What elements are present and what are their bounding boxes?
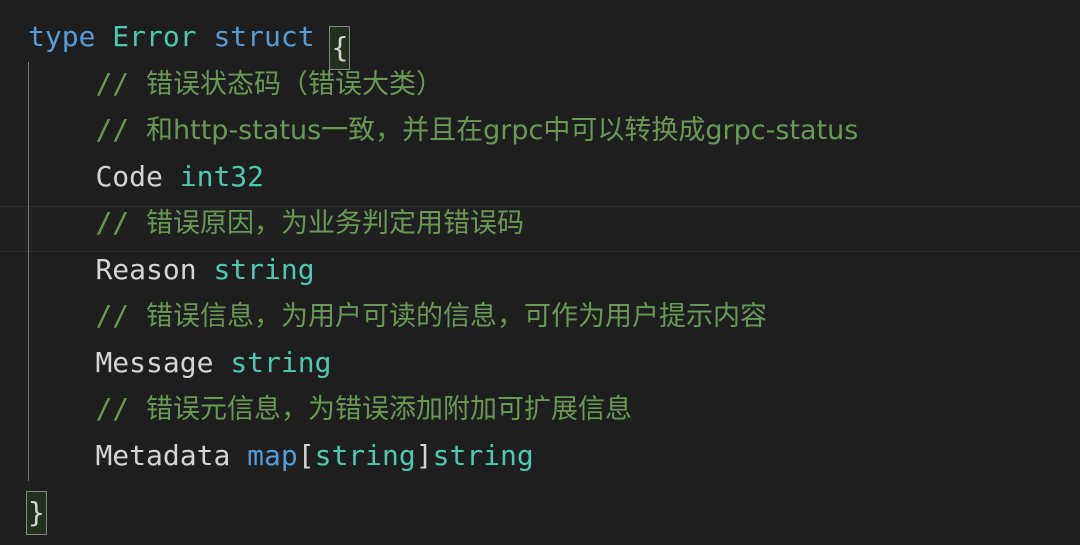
- code-token: Code: [95, 159, 163, 193]
- code-token: string: [230, 345, 332, 379]
- code-token: string: [314, 438, 416, 472]
- code-token: 错误信息，为用户可读的信息，可作为用户提示内容: [146, 301, 768, 332]
- code-token: type: [28, 20, 96, 53]
- code-token: Error: [112, 20, 197, 53]
- code-line[interactable]: }: [0, 479, 1080, 535]
- code-token: Metadata: [95, 438, 231, 472]
- code-token: ]: [415, 438, 433, 472]
- code-line[interactable]: // 和http-status一致，并且在grpc中可以转换成grpc-stat…: [0, 107, 1080, 154]
- bracket-match-token: }: [26, 491, 47, 535]
- code-line[interactable]: // 错误状态码（错误大类）: [0, 61, 1080, 108]
- code-token: 错误元信息，为错误添加附加可扩展信息: [146, 394, 633, 425]
- code-editor[interactable]: type Error struct { // 错误状态码（错误大类） // 和h…: [0, 0, 1080, 545]
- code-token: //: [95, 206, 147, 239]
- code-token: //: [95, 392, 147, 425]
- code-line[interactable]: Message string: [0, 340, 1080, 387]
- code-content[interactable]: type Error struct { // 错误状态码（错误大类） // 和h…: [0, 0, 1080, 535]
- code-line[interactable]: Metadata map[string]string: [0, 433, 1080, 480]
- code-line[interactable]: type Error struct {: [0, 14, 1080, 70]
- code-token: //: [95, 113, 147, 146]
- code-token: 错误状态码（错误大类）: [146, 68, 444, 100]
- code-token: 错误原因，为业务判定用错误码: [146, 208, 525, 239]
- code-token: [: [297, 438, 315, 472]
- code-token: Reason: [95, 252, 197, 286]
- code-token: Message: [95, 345, 214, 379]
- code-line[interactable]: // 错误原因，为业务判定用错误码: [0, 200, 1080, 247]
- code-line[interactable]: // 错误元信息，为错误添加附加可扩展信息: [0, 386, 1080, 433]
- code-token: int32: [179, 159, 265, 193]
- code-token: string: [213, 252, 315, 286]
- code-token: map: [247, 438, 298, 472]
- code-line[interactable]: Code int32: [0, 154, 1080, 201]
- code-token: string: [432, 438, 534, 472]
- code-line[interactable]: // 错误信息，为用户可读的信息，可作为用户提示内容: [0, 293, 1080, 340]
- code-token: 和http-status一致，并且在grpc中可以转换成grpc-status: [146, 115, 859, 146]
- code-token: struct: [213, 20, 315, 53]
- code-token: //: [95, 66, 147, 100]
- code-line[interactable]: Reason string: [0, 247, 1080, 294]
- code-token: //: [95, 299, 147, 332]
